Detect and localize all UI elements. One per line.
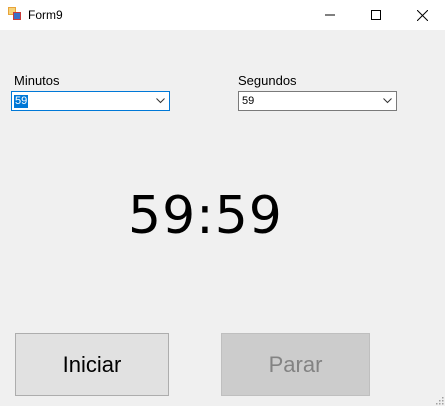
seconds-combobox[interactable]: 59 — [238, 91, 397, 111]
chevron-down-icon[interactable] — [156, 98, 165, 104]
chevron-down-icon[interactable] — [383, 98, 392, 104]
window-title: Form9 — [28, 8, 63, 22]
maximize-icon — [371, 10, 381, 20]
minutes-combobox[interactable]: 59 — [11, 91, 170, 111]
title-bar: Form9 — [0, 0, 445, 30]
countdown-display: 59:59 — [128, 186, 283, 246]
minimize-button[interactable] — [307, 0, 353, 30]
resize-grip-icon[interactable] — [434, 395, 444, 405]
stop-button[interactable]: Parar — [221, 333, 370, 396]
minimize-icon — [325, 14, 335, 16]
seconds-value: 59 — [242, 95, 255, 107]
app-icon — [8, 7, 22, 21]
seconds-label: Segundos — [238, 73, 297, 88]
maximize-button[interactable] — [353, 0, 399, 30]
close-icon — [416, 9, 428, 21]
close-button[interactable] — [399, 0, 445, 30]
minutes-label: Minutos — [14, 73, 60, 88]
start-button[interactable]: Iniciar — [15, 333, 169, 396]
minutes-value: 59 — [14, 95, 29, 108]
